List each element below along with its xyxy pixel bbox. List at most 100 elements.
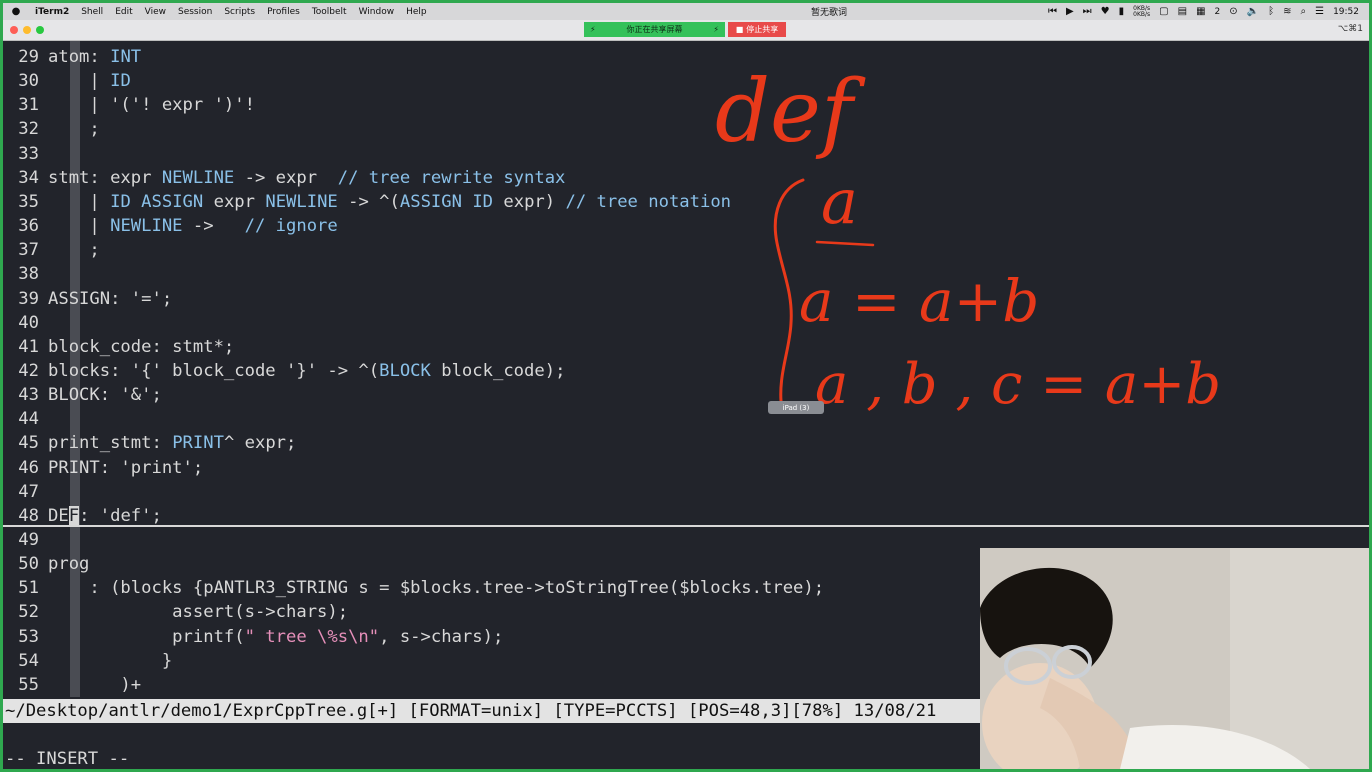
minimize-window-button[interactable]: [23, 26, 31, 34]
clock[interactable]: 19:52: [1333, 7, 1359, 17]
code-line[interactable]: 49: [3, 528, 39, 552]
menu-shell[interactable]: Shell: [75, 7, 109, 17]
stop-share-button[interactable]: ■ 停止共享: [728, 22, 786, 37]
line-number: 36: [18, 216, 39, 237]
clipboard-icon[interactable]: ▤: [1178, 6, 1187, 17]
line-number: 44: [18, 409, 39, 430]
stop-share-label: 停止共享: [746, 25, 779, 34]
code-line[interactable]: 38: [3, 262, 39, 286]
next-track-icon[interactable]: ⏭: [1083, 6, 1092, 17]
line-code: block_code: stmt*;: [48, 336, 235, 357]
code-line[interactable]: 35 | ID ASSIGN expr NEWLINE -> ^(ASSIGN …: [3, 190, 731, 214]
volume-icon[interactable]: 🔈: [1247, 6, 1259, 17]
code-line[interactable]: 43 BLOCK: '&';: [3, 383, 162, 407]
apple-menu-icon[interactable]: ●: [3, 6, 29, 17]
code-line[interactable]: 52 assert(s->chars);: [3, 600, 348, 624]
code-line[interactable]: 33: [3, 142, 39, 166]
wifi-icon[interactable]: ≋: [1283, 6, 1291, 17]
code-line[interactable]: 48 DEF: 'def';: [3, 504, 162, 528]
line-number: 41: [18, 336, 39, 357]
line-number: 34: [18, 167, 39, 188]
menu-help[interactable]: Help: [400, 7, 433, 17]
window-icon[interactable]: ▢: [1159, 6, 1168, 17]
line-code: | '('! expr ')'!: [48, 95, 255, 116]
line-code: atom: INT: [48, 47, 142, 67]
grid-icon[interactable]: ▦: [1196, 6, 1205, 17]
line-code: BLOCK: '&';: [48, 385, 162, 406]
record-icon[interactable]: ⊙: [1229, 6, 1237, 17]
code-line[interactable]: 36 | NEWLINE -> // ignore: [3, 214, 337, 238]
line-number: 29: [18, 47, 39, 67]
line-code: | NEWLINE -> // ignore: [48, 216, 338, 237]
heart-icon[interactable]: ♥: [1101, 6, 1110, 17]
menu-scripts[interactable]: Scripts: [218, 7, 261, 17]
now-playing-text: 暂无歌词: [811, 8, 848, 18]
search-icon[interactable]: ⌕: [1300, 6, 1306, 17]
control-center-icon[interactable]: ☰: [1315, 6, 1324, 17]
line-number: 39: [18, 288, 39, 309]
line-number: 54: [18, 650, 39, 671]
play-icon[interactable]: ▶: [1066, 6, 1074, 17]
code-line[interactable]: 54 }: [3, 649, 172, 673]
battery-icon[interactable]: ▮: [1119, 6, 1125, 17]
vim-mode-indicator: -- INSERT --: [5, 749, 130, 769]
line-number: 35: [18, 191, 39, 212]
menu-edit[interactable]: Edit: [109, 7, 138, 17]
line-code: }: [48, 650, 173, 671]
share-signal-icon-right: ⚡: [713, 25, 719, 34]
code-line[interactable]: 47: [3, 480, 39, 504]
status-tray: ⏮ ▶ ⏭ ♥ ▮ 0KB/s 0KB/s ▢ ▤ ▦ 2 ⊙ 🔈 ᛒ ≋ ⌕ …: [1048, 3, 1359, 20]
code-line[interactable]: 50 prog: [3, 552, 89, 576]
line-number: 55: [18, 674, 39, 695]
code-line[interactable]: 30 | ID: [3, 69, 131, 93]
code-line[interactable]: 39 ASSIGN: '=';: [3, 287, 172, 311]
line-number: 45: [18, 433, 39, 454]
webcam-overlay: [980, 548, 1369, 769]
code-line[interactable]: 45 print_stmt: PRINT^ expr;: [3, 431, 296, 455]
window-titlebar: ⚡ 你正在共享屏幕 ⚡ ■ 停止共享 ⌥⌘1: [3, 20, 1369, 41]
zoom-window-button[interactable]: [36, 26, 44, 34]
line-code: DEF: 'def';: [48, 505, 162, 526]
menu-toolbelt[interactable]: Toolbelt: [306, 7, 353, 17]
app-menu[interactable]: iTerm2: [29, 7, 75, 17]
line-code: stmt: expr NEWLINE -> expr // tree rewri…: [48, 167, 566, 188]
code-line[interactable]: 44: [3, 407, 39, 431]
code-line[interactable]: 37 ;: [3, 238, 99, 262]
share-signal-icon: ⚡: [590, 25, 596, 34]
code-line[interactable]: 51 : (blocks {pANTLR3_STRING s = $blocks…: [3, 576, 824, 600]
line-code: | ID ASSIGN expr NEWLINE -> ^(ASSIGN ID …: [48, 191, 732, 212]
line-code: blocks: '{' block_code '}' -> ^(BLOCK bl…: [48, 360, 566, 381]
code-line[interactable]: 42 blocks: '{' block_code '}' -> ^(BLOCK …: [3, 359, 565, 383]
bluetooth-icon[interactable]: ᛒ: [1268, 6, 1274, 17]
code-line[interactable]: 46 PRINT: 'print';: [3, 456, 203, 480]
code-line[interactable]: 32 ;: [3, 117, 99, 141]
code-line[interactable]: 41 block_code: stmt*;: [3, 335, 234, 359]
menu-session[interactable]: Session: [172, 7, 218, 17]
line-code: PRINT: 'print';: [48, 457, 204, 478]
menu-window[interactable]: Window: [353, 7, 401, 17]
notification-count[interactable]: 2: [1215, 7, 1221, 17]
now-playing[interactable]: 暂无歌词: [811, 3, 847, 20]
screen-share-indicator[interactable]: ⚡ 你正在共享屏幕 ⚡: [584, 22, 725, 37]
stop-icon: ■: [735, 25, 744, 34]
line-number: 46: [18, 457, 39, 478]
code-line[interactable]: 55 )+: [3, 673, 141, 697]
code-line[interactable]: 53 printf(" tree \%s\n", s->chars);: [3, 625, 503, 649]
close-window-button[interactable]: [10, 26, 18, 34]
vim-status-line: ~/Desktop/antlr/demo1/ExprCppTree.g[+] […: [3, 699, 985, 723]
menu-profiles[interactable]: Profiles: [261, 7, 306, 17]
prev-track-icon[interactable]: ⏮: [1048, 6, 1057, 17]
split-divider[interactable]: [3, 525, 1369, 527]
line-number: 52: [18, 602, 39, 623]
line-number: 53: [18, 626, 39, 647]
window-shortcut: ⌥⌘1: [1337, 24, 1363, 34]
code-line[interactable]: 31 | '('! expr ')'!: [3, 93, 255, 117]
code-line[interactable]: 29 atom: INT: [3, 45, 141, 69]
code-line[interactable]: 34 stmt: expr NEWLINE -> expr // tree rew…: [3, 166, 565, 190]
code-line[interactable]: 40: [3, 311, 39, 335]
line-number: 33: [18, 143, 39, 164]
menu-view[interactable]: View: [139, 7, 172, 17]
line-number: 50: [18, 554, 39, 575]
line-code: prog: [48, 554, 90, 575]
network-speed[interactable]: 0KB/s 0KB/s: [1133, 5, 1150, 18]
